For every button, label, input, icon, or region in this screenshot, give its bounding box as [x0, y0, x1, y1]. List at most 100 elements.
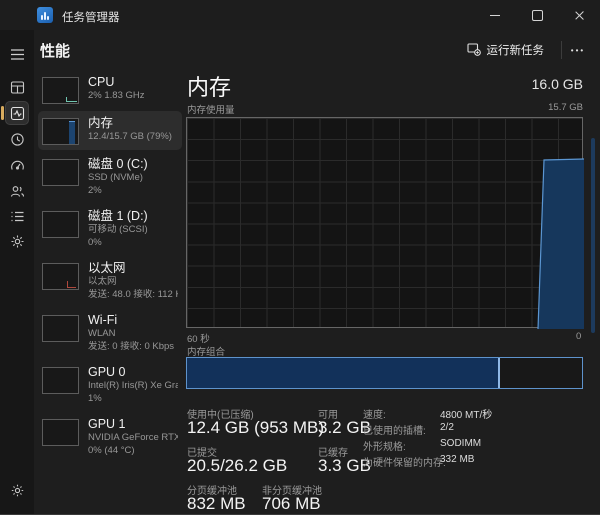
sidebar-item-title: Wi-Fi — [88, 313, 174, 328]
run-new-task-icon — [467, 42, 481, 59]
stat-label: 为硬件保留的内存: — [363, 454, 446, 469]
stat-value: 12.4 GB (953 MB) — [187, 418, 324, 438]
usage-chart-label: 内存使用量 — [187, 102, 235, 116]
disk0-thumbnail-chart — [42, 159, 79, 186]
stat-value: 2/2 — [440, 422, 454, 433]
users-icon — [10, 184, 25, 199]
wifi-thumbnail-chart — [42, 315, 79, 342]
settings-gear-icon — [10, 483, 25, 498]
sidebar-item-gpu0[interactable]: GPU 0 Intel(R) Iris(R) Xe Grap 1% — [38, 360, 182, 410]
sidebar-item-title: GPU 0 — [88, 365, 178, 380]
sidebar-item-title: CPU — [88, 75, 145, 90]
sidebar-item-detail: 发送: 48.0 接收: 112 K — [88, 289, 178, 302]
sidebar-item-title: 磁盘 1 (D:) — [88, 209, 148, 224]
sidebar-item-detail: 0% — [88, 237, 148, 250]
minimize-button[interactable] — [474, 0, 516, 30]
gpu1-thumbnail-chart — [42, 419, 79, 446]
titlebar[interactable]: 任务管理器 — [0, 0, 600, 30]
disk1-thumbnail-chart — [42, 211, 79, 238]
memory-thumbnail-chart — [42, 118, 79, 145]
run-new-task-label: 运行新任务 — [487, 42, 545, 58]
run-new-task-button[interactable]: 运行新任务 — [459, 38, 553, 62]
app-history-icon — [10, 132, 25, 147]
rail-item-services[interactable] — [5, 229, 29, 253]
toolbar-divider — [561, 41, 562, 59]
more-options-button[interactable]: ••• — [566, 40, 590, 60]
cpu-thumbnail-chart — [42, 77, 79, 104]
sidebar-item-ethernet[interactable]: 以太网 以太网 发送: 48.0 接收: 112 K — [38, 256, 182, 306]
startup-apps-icon — [10, 158, 25, 173]
sidebar-item-detail: 1% — [88, 393, 178, 406]
memory-stats: 使用中(已压缩) 12.4 GB (953 MB) 可用 3.2 GB 已提交 … — [187, 404, 592, 510]
sidebar-item-detail: 0% (44 °C) — [88, 445, 178, 458]
processes-icon — [10, 80, 25, 95]
sidebar-item-title: 内存 — [88, 116, 172, 131]
stat-value: 4800 MT/秒 — [440, 406, 492, 421]
sidebar-item-memory[interactable]: 内存 12.4/15.7 GB (79%) — [38, 111, 182, 150]
services-icon — [10, 234, 25, 249]
sidebar-item-detail: NVIDIA GeForce RTX — [88, 432, 178, 445]
sidebar-item-disk1[interactable]: 磁盘 1 (D:) 可移动 (SCSI) 0% — [38, 204, 182, 254]
rail-item-processes[interactable] — [5, 75, 29, 99]
rail-item-details[interactable] — [5, 204, 29, 228]
memory-capacity: 16.0 GB — [532, 76, 583, 92]
sidebar-item-detail: 可移动 (SCSI) — [88, 224, 148, 237]
close-icon — [574, 10, 585, 21]
stat-value: 332 MB — [440, 454, 474, 465]
sidebar-item-detail: 2% — [88, 185, 148, 198]
sidebar-item-detail: 2% 1.83 GHz — [88, 90, 145, 103]
stat-label: 已使用的插槽: — [363, 422, 426, 437]
sidebar-item-detail: 以太网 — [88, 276, 178, 289]
memory-composition-bar[interactable] — [186, 357, 583, 389]
composition-label: 内存组合 — [187, 344, 225, 358]
sidebar-item-detail: 发送: 0 接收: 0 Kbps — [88, 341, 174, 354]
selected-accent-pill — [1, 106, 4, 120]
sidebar-item-gpu1[interactable]: GPU 1 NVIDIA GeForce RTX 0% (44 °C) — [38, 412, 182, 462]
stat-label: 速度: — [363, 406, 386, 421]
memory-page-title: 内存 — [187, 70, 231, 102]
sidebar-item-wifi[interactable]: Wi-Fi WLAN 发送: 0 接收: 0 Kbps — [38, 308, 182, 358]
maximize-button[interactable] — [516, 0, 558, 30]
composition-in-use-segment — [187, 358, 498, 388]
stat-value: 20.5/26.2 GB — [187, 456, 287, 476]
navigation-rail — [0, 30, 34, 514]
memory-usage-area — [187, 118, 584, 329]
gpu0-thumbnail-chart — [42, 367, 79, 394]
usage-chart-max: 15.7 GB — [548, 102, 583, 113]
memory-usage-chart[interactable] — [186, 117, 583, 328]
sidebar-item-cpu[interactable]: CPU 2% 1.83 GHz — [38, 70, 182, 109]
close-button[interactable] — [558, 0, 600, 30]
task-manager-logo-icon — [37, 7, 53, 23]
stat-value: 832 MB — [187, 494, 246, 514]
x-axis-left-label: 60 秒 — [187, 331, 210, 345]
hamburger-menu-icon — [10, 48, 25, 61]
sidebar-item-detail: 12.4/15.7 GB (79%) — [88, 131, 172, 144]
scrollbar[interactable] — [591, 138, 595, 333]
sidebar-item-title: GPU 1 — [88, 417, 178, 432]
rail-item-users[interactable] — [5, 179, 29, 203]
stat-value: SODIMM — [440, 438, 481, 449]
sidebar-item-title: 磁盘 0 (C:) — [88, 157, 148, 172]
page-title: 性能 — [40, 40, 70, 61]
rail-item-app-history[interactable] — [5, 127, 29, 151]
composition-modified-divider — [498, 358, 500, 388]
performance-icon — [10, 106, 25, 121]
stat-label: 外形规格: — [363, 438, 406, 453]
performance-sidebar: CPU 2% 1.83 GHz 内存 12.4/15.7 GB (79%) 磁盘… — [38, 70, 182, 464]
sidebar-item-disk0[interactable]: 磁盘 0 (C:) SSD (NVMe) 2% — [38, 152, 182, 202]
sidebar-item-detail: SSD (NVMe) — [88, 172, 148, 185]
settings-button[interactable] — [5, 478, 29, 502]
rail-item-performance[interactable] — [5, 101, 29, 125]
task-manager-window: 任务管理器 性能 运行新任务 ••• — [0, 0, 600, 515]
stat-value: 706 MB — [262, 494, 321, 514]
x-axis-right-label: 0 — [576, 331, 581, 342]
maximize-icon — [532, 10, 543, 21]
sidebar-item-title: 以太网 — [88, 261, 178, 276]
sidebar-item-detail: Intel(R) Iris(R) Xe Grap — [88, 380, 178, 393]
minimize-icon — [490, 15, 500, 16]
menu-button[interactable] — [5, 42, 29, 66]
rail-item-startup-apps[interactable] — [5, 153, 29, 177]
sidebar-item-detail: WLAN — [88, 328, 174, 341]
ethernet-thumbnail-chart — [42, 263, 79, 290]
details-icon — [10, 209, 25, 224]
